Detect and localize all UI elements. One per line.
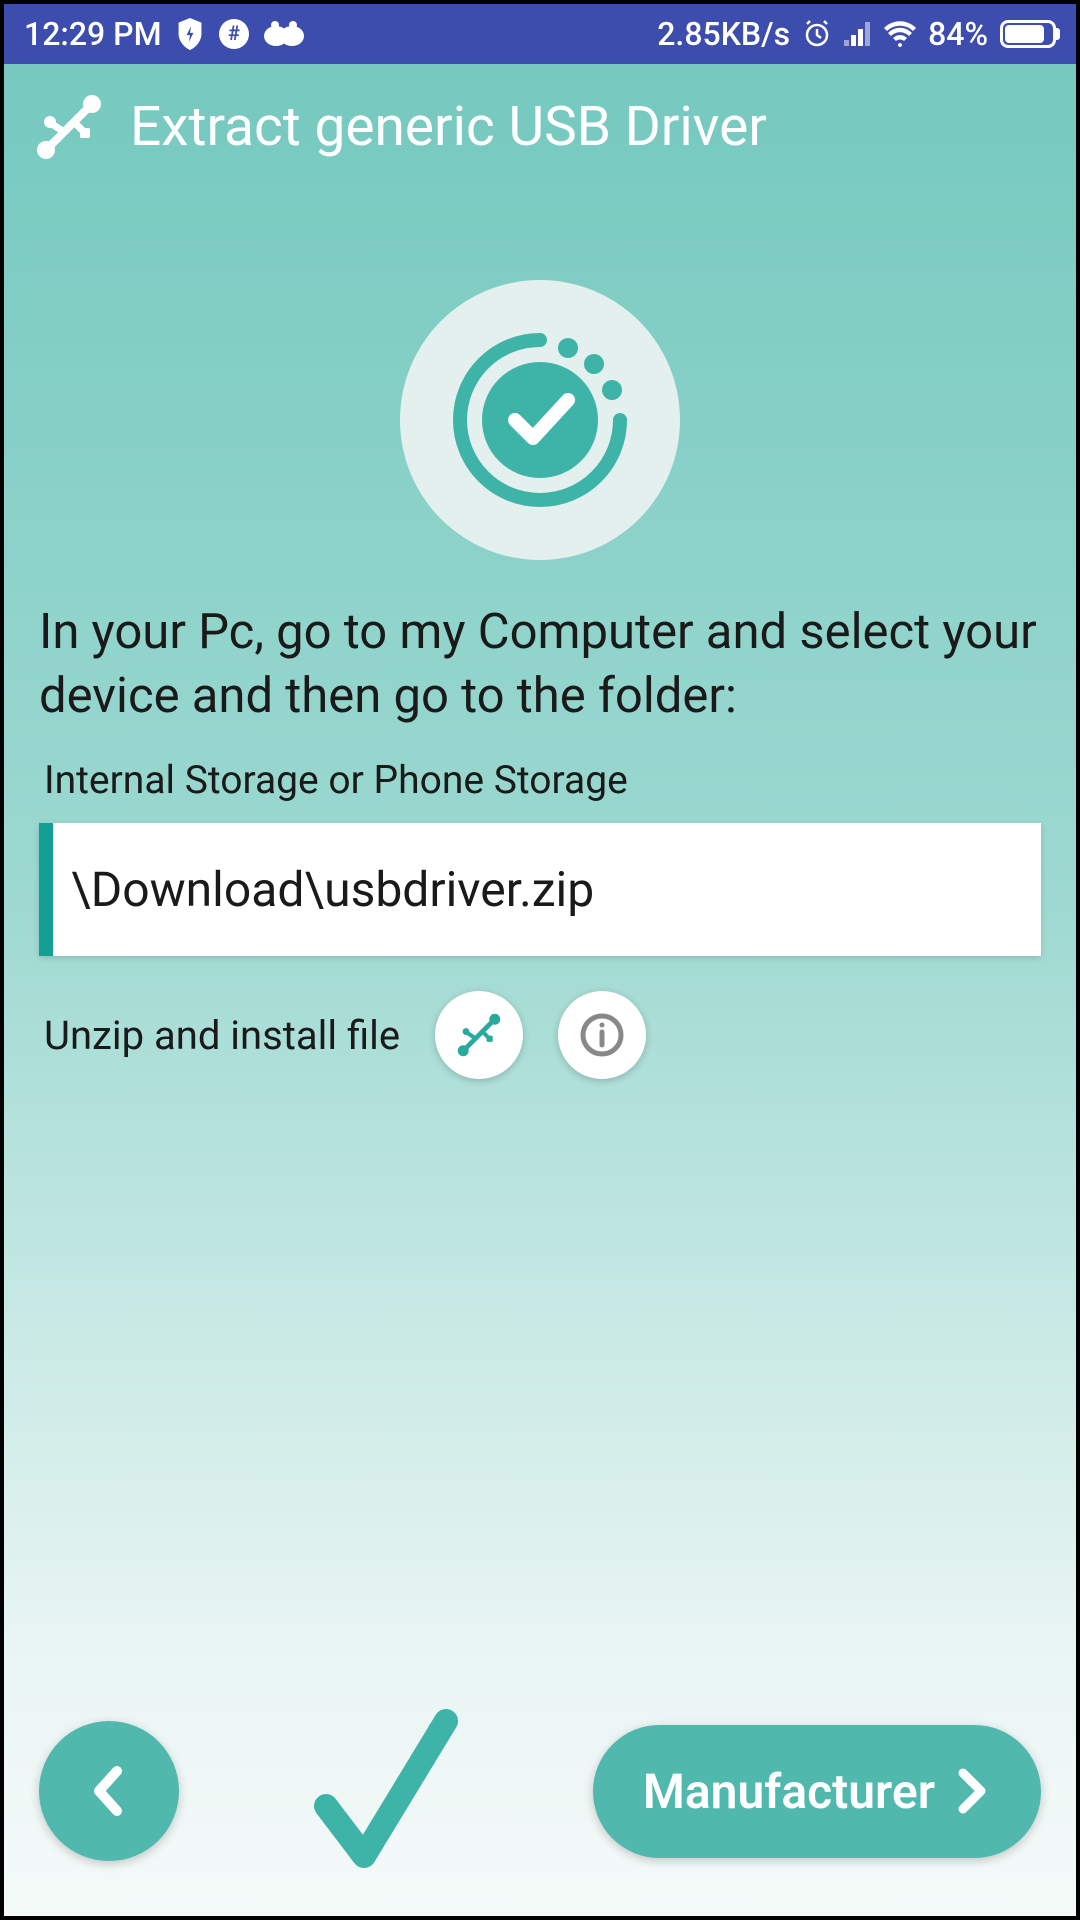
back-button[interactable] bbox=[39, 1721, 179, 1861]
bolt-shield-icon bbox=[176, 18, 204, 50]
usb-icon bbox=[34, 92, 104, 162]
status-bar: 12:29 PM # bbox=[4, 4, 1076, 64]
app-header: Extract generic USB Driver bbox=[4, 64, 1076, 190]
info-button[interactable] bbox=[558, 991, 646, 1079]
wifi-icon bbox=[884, 21, 916, 47]
alarm-icon bbox=[802, 19, 832, 49]
signal-icon bbox=[844, 22, 872, 46]
status-battery-percent: 84% bbox=[928, 15, 988, 53]
manufacturer-button[interactable]: Manufacturer bbox=[593, 1725, 1041, 1858]
success-hero-icon bbox=[400, 280, 680, 560]
hash-circle-icon: # bbox=[218, 18, 250, 50]
checkmark-icon bbox=[306, 1701, 466, 1881]
usb-action-button[interactable] bbox=[435, 991, 523, 1079]
game-controller-icon bbox=[264, 20, 304, 48]
action-row: Unzip and install file bbox=[4, 956, 1076, 1114]
instruction-text: In your Pc, go to my Computer and select… bbox=[4, 560, 1076, 757]
storage-label: Internal Storage or Phone Storage bbox=[4, 757, 1076, 823]
file-path-box: \Download\usbdriver.zip bbox=[39, 823, 1041, 956]
svg-text:#: # bbox=[228, 21, 240, 45]
action-label: Unzip and install file bbox=[44, 1012, 400, 1059]
status-time: 12:29 PM bbox=[24, 15, 162, 53]
status-speed: 2.85KB/s bbox=[657, 15, 790, 53]
battery-icon bbox=[1000, 20, 1056, 48]
page-title: Extract generic USB Driver bbox=[130, 95, 767, 159]
next-button-label: Manufacturer bbox=[643, 1763, 935, 1820]
